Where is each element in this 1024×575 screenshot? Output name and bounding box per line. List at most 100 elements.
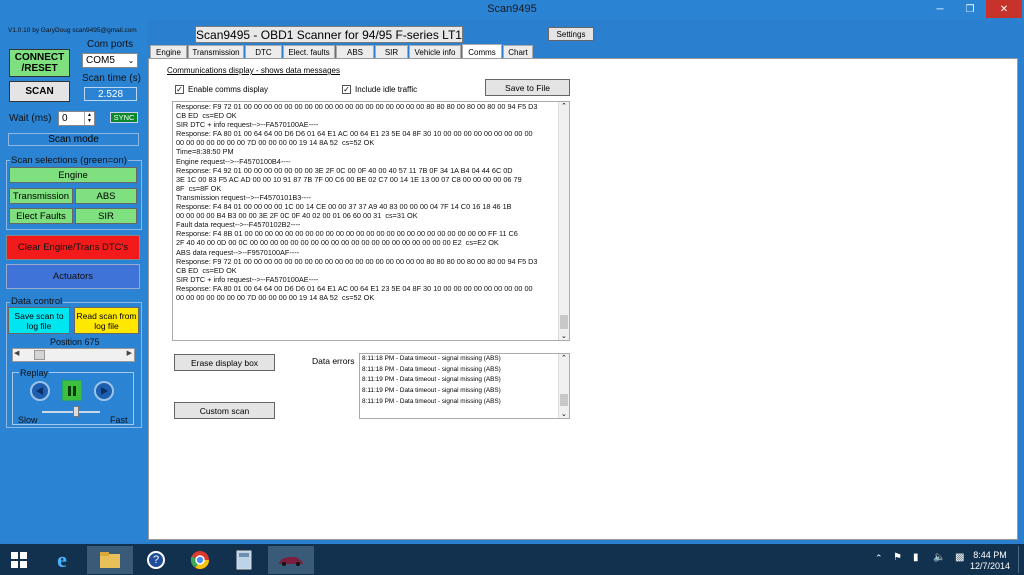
enable-comms-checkbox[interactable]: ✓ <box>175 85 184 94</box>
maximize-button[interactable]: ❐ <box>956 0 984 18</box>
clock-date: 12/7/2014 <box>970 561 1011 571</box>
play-reverse-icon <box>36 387 43 395</box>
help-icon: ? <box>147 551 165 569</box>
replay-back-button[interactable] <box>30 381 50 401</box>
save-to-file-button[interactable]: Save to File <box>485 79 570 96</box>
close-button[interactable]: ✕ <box>986 0 1022 18</box>
window-title-bar: Scan9495 ─ ❐ ✕ <box>0 0 1024 20</box>
stepper-arrows-icon[interactable]: ▲ ▼ <box>84 112 94 125</box>
comms-display-box[interactable]: Response: F9 72 01 00 00 00 00 00 00 00 … <box>172 101 570 341</box>
sir-select-button[interactable]: SIR <box>75 208 137 224</box>
wait-stepper[interactable]: 0 ▲ ▼ <box>58 111 95 126</box>
version-label: V1.0.10 by GaryDoug scan9495@gmail.com <box>8 27 137 34</box>
transmission-select-button[interactable]: Transmission <box>9 188 73 204</box>
comms-line: CB ED cs=ED OK <box>176 265 237 275</box>
show-desktop-button[interactable] <box>1018 546 1022 573</box>
taskbar-scan9495[interactable] <box>268 546 314 574</box>
position-thumb[interactable] <box>33 350 45 360</box>
tab-abs[interactable]: ABS <box>336 45 374 59</box>
calculator-icon <box>236 550 252 570</box>
restore-icon: ❐ <box>965 3 975 15</box>
comms-line: Fault data request-->--F4570102B2---- <box>176 220 301 230</box>
fast-label: Fast <box>110 415 128 425</box>
data-errors-box[interactable]: 8:11:18 PM - Data timeout - signal missi… <box>359 353 570 419</box>
tab-engine[interactable]: Engine <box>150 45 187 59</box>
taskbar-internet-explorer[interactable]: e <box>42 546 82 574</box>
scan-mode-label: Scan mode <box>8 133 139 146</box>
wait-label: Wait (ms) <box>9 113 52 124</box>
errors-scroll-thumb[interactable] <box>560 394 568 406</box>
comms-line: 00 00 00 00 00 00 00 7D 00 00 00 00 19 1… <box>176 138 375 148</box>
comms-line: SIR DTC + info request-->--FA570100AE---… <box>176 274 319 284</box>
scan-time-value: 2.528 <box>84 87 137 101</box>
taskbar-help[interactable]: ? <box>136 546 176 574</box>
taskbar-chrome[interactable] <box>180 546 220 574</box>
data-control-label: Data control <box>10 296 64 307</box>
actuators-button[interactable]: Actuators <box>6 264 140 289</box>
errors-scroll-up-icon[interactable]: ⌃ <box>561 354 567 362</box>
elect-faults-select-button[interactable]: Elect Faults <box>9 208 73 224</box>
tray-volume-icon[interactable]: 🔈 <box>933 552 945 563</box>
tab-sir[interactable]: SIR <box>375 45 408 59</box>
comms-heading: Communications display - shows data mess… <box>167 66 340 75</box>
chevron-down-icon: ⌄ <box>127 56 135 65</box>
erase-display-button[interactable]: Erase display box <box>174 354 275 371</box>
windows-logo-icon <box>11 552 27 568</box>
com-port-select[interactable]: COM5 ⌄ <box>82 53 138 68</box>
internet-explorer-icon: e <box>57 547 67 572</box>
tray-flag-icon[interactable]: ⚑ <box>893 552 902 563</box>
idle-traffic-label: Include idle traffic <box>355 85 418 94</box>
abs-select-button[interactable]: ABS <box>75 188 137 204</box>
tab-elect-faults[interactable]: Elect. faults <box>283 45 335 59</box>
connect-reset-button[interactable]: CONNECT /RESET <box>9 49 70 77</box>
engine-select-button[interactable]: Engine <box>9 167 137 183</box>
replay-forward-button[interactable] <box>94 381 114 401</box>
tray-network-icon[interactable]: ▩ <box>955 552 964 563</box>
scroll-up-icon[interactable]: ⌃ <box>561 102 567 110</box>
read-scan-button[interactable]: Read scan from log file <box>74 307 139 334</box>
comms-line: Time=8:38:50 PM <box>176 147 234 157</box>
tab-dtc[interactable]: DTC <box>245 45 282 59</box>
replay-speed-slider[interactable] <box>42 406 100 417</box>
tab-transmission[interactable]: Transmission <box>188 45 244 59</box>
tab-comms[interactable]: Comms <box>462 44 502 59</box>
comms-line: Transmission request-->--F4570101B3---- <box>176 192 311 202</box>
minimize-button[interactable]: ─ <box>926 0 954 18</box>
comms-scroll-thumb[interactable] <box>560 315 568 329</box>
settings-button[interactable]: Settings <box>548 27 594 41</box>
tab-vehicle-info[interactable]: Vehicle info <box>409 45 461 59</box>
scroll-down-icon[interactable]: ⌄ <box>561 332 567 340</box>
clear-dtc-button[interactable]: Clear Engine/Trans DTC's <box>6 235 140 260</box>
errors-scrollbar[interactable]: ⌃ ⌄ <box>558 354 569 418</box>
comms-line: Response: F4 8B 01 00 00 00 00 00 00 00 … <box>176 229 518 239</box>
speed-slider-thumb[interactable] <box>73 406 80 417</box>
save-scan-button[interactable]: Save scan to log file <box>8 307 70 334</box>
position-scrollbar[interactable]: ◀ ▶ <box>12 348 135 362</box>
replay-pause-button[interactable] <box>62 380 82 401</box>
comms-line: 00 00 00 00 B4 B3 00 00 3E 2F 0C 0F 40 0… <box>176 211 418 221</box>
scan-button[interactable]: SCAN <box>9 81 70 102</box>
taskbar-calculator[interactable] <box>224 546 264 574</box>
errors-scroll-down-icon[interactable]: ⌄ <box>561 410 567 418</box>
comms-scrollbar[interactable]: ⌃ ⌄ <box>558 102 569 340</box>
clock-time: 8:44 PM <box>973 550 1007 560</box>
taskbar-file-explorer[interactable] <box>87 546 133 574</box>
play-icon <box>101 387 108 395</box>
error-line: 8:11:18 PM - Data timeout - signal missi… <box>362 355 501 362</box>
tray-battery-icon[interactable]: ▮ <box>913 552 919 563</box>
tab-chart[interactable]: Chart <box>503 45 533 59</box>
start-button[interactable] <box>0 546 38 574</box>
comms-line: Response: F4 84 01 00 00 00 00 1C 00 14 … <box>176 202 512 212</box>
tray-chevron-icon[interactable]: ⌃ <box>875 553 883 564</box>
minimize-icon: ─ <box>936 3 944 15</box>
error-line: 8:11:19 PM - Data timeout - signal missi… <box>362 387 501 395</box>
scan-selections-label: Scan selections (green=on) <box>10 155 128 166</box>
idle-traffic-checkbox[interactable]: ✓ <box>342 85 351 94</box>
error-line: 8:11:19 PM - Data timeout - signal missi… <box>362 376 501 384</box>
tray-clock[interactable]: 8:44 PM 12/7/2014 <box>970 550 1010 572</box>
custom-scan-button[interactable]: Custom scan <box>174 402 275 419</box>
comms-line: CB ED cs=ED OK <box>176 111 237 121</box>
scroll-left-icon[interactable]: ◀ <box>14 349 19 357</box>
scroll-right-icon[interactable]: ▶ <box>127 349 132 357</box>
pause-icon <box>68 385 76 396</box>
